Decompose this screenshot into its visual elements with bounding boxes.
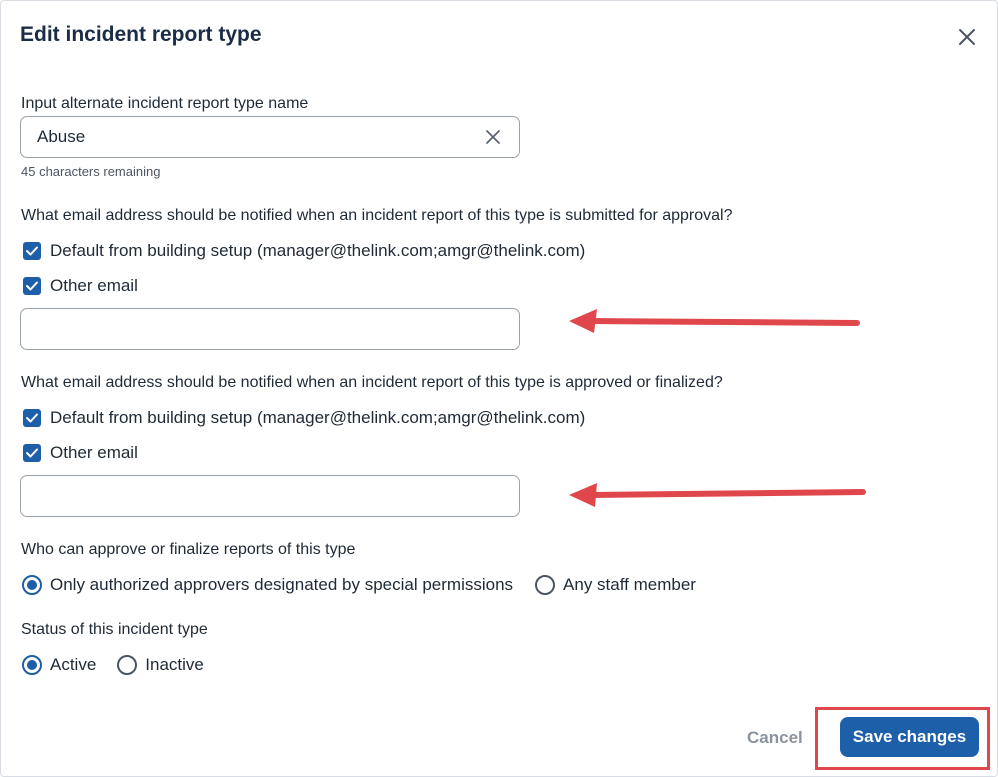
radio-selected-icon[interactable] — [22, 575, 42, 595]
radio-unselected-icon[interactable] — [117, 655, 138, 675]
save-changes-button[interactable]: Save changes — [840, 717, 979, 757]
close-icon[interactable] — [955, 25, 979, 49]
name-field-label: Input alternate incident report type nam… — [21, 95, 309, 112]
submitted-default-label: Default from building setup (manager@the… — [50, 241, 586, 260]
approved-other-email-box — [20, 475, 520, 517]
approver-option-label: Only authorized approvers designated by … — [50, 575, 514, 594]
submitted-other-email-box — [20, 308, 520, 350]
submitted-other-label: Other email — [50, 276, 138, 295]
checkbox-checked-icon[interactable] — [23, 242, 41, 260]
approver-option-label: Any staff member — [563, 575, 696, 594]
checkbox-checked-icon[interactable] — [23, 409, 41, 427]
approved-other-label: Other email — [50, 443, 138, 462]
clear-input-icon[interactable] — [484, 128, 502, 146]
approver-option-authorized[interactable]: Only authorized approvers designated by … — [22, 575, 513, 595]
status-question: Status of this incident type — [21, 621, 208, 638]
approved-other-email-input[interactable] — [37, 476, 477, 516]
approver-radio-group: Only authorized approvers designated by … — [22, 574, 696, 596]
status-radio-group: Active Inactive — [22, 654, 204, 676]
cancel-button[interactable]: Cancel — [747, 728, 803, 748]
status-option-label: Inactive — [145, 655, 204, 674]
submitted-question: What email address should be notified wh… — [21, 207, 733, 224]
approved-default-label: Default from building setup (manager@the… — [50, 408, 586, 427]
characters-remaining: 45 characters remaining — [21, 164, 161, 179]
radio-unselected-icon[interactable] — [535, 575, 556, 595]
approver-question: Who can approve or finalize reports of t… — [21, 541, 356, 558]
dialog-title: Edit incident report type — [20, 23, 262, 46]
submitted-other-checkbox-row[interactable]: Other email — [23, 276, 138, 296]
approved-default-checkbox-row[interactable]: Default from building setup (manager@the… — [23, 408, 585, 428]
checkbox-checked-icon[interactable] — [23, 444, 41, 462]
submitted-default-checkbox-row[interactable]: Default from building setup (manager@the… — [23, 241, 585, 261]
submitted-other-email-input[interactable] — [37, 309, 477, 349]
annotation-arrow-icon — [569, 483, 866, 507]
approved-question: What email address should be notified wh… — [21, 374, 723, 391]
edit-incident-dialog: Edit incident report type Input alternat… — [0, 0, 998, 777]
name-input[interactable] — [37, 117, 477, 157]
status-option-active[interactable]: Active — [22, 655, 96, 675]
name-input-box — [20, 116, 520, 158]
status-option-label: Active — [50, 655, 97, 674]
approved-other-checkbox-row[interactable]: Other email — [23, 443, 138, 463]
radio-selected-icon[interactable] — [22, 655, 42, 675]
checkbox-checked-icon[interactable] — [23, 277, 41, 295]
status-option-inactive[interactable]: Inactive — [117, 655, 204, 675]
annotation-arrow-icon — [569, 309, 860, 333]
approver-option-any-staff[interactable]: Any staff member — [535, 575, 696, 595]
